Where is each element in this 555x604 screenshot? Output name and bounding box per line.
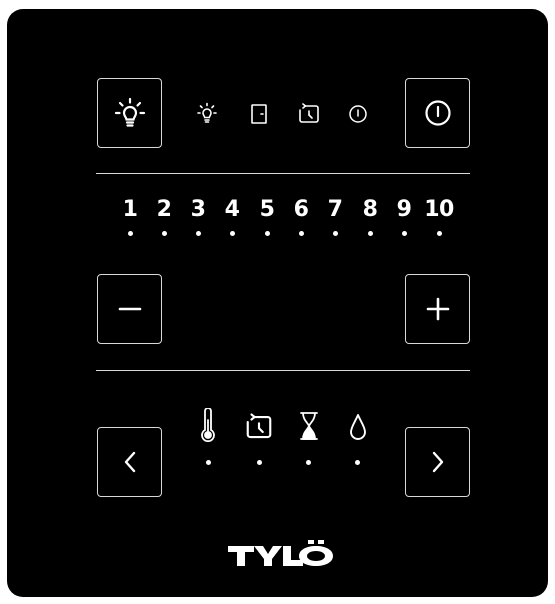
- level-dot: [195, 231, 201, 236]
- chevron-right-icon: [432, 451, 443, 473]
- level-item[interactable]: 10: [424, 196, 454, 236]
- plus-icon: [426, 297, 449, 321]
- tylo-logo: [228, 540, 340, 572]
- level-dot: [367, 231, 373, 236]
- light-bulb-icon: [114, 97, 145, 127]
- level-dot: [127, 231, 133, 236]
- level-number: 2: [156, 197, 172, 222]
- level-dot: [332, 231, 338, 236]
- level-item[interactable]: 1: [115, 196, 145, 236]
- timer-mode-icon[interactable]: [244, 412, 274, 442]
- level-number: 8: [362, 197, 378, 222]
- hourglass-icon[interactable]: [298, 410, 320, 442]
- power-button[interactable]: [405, 78, 470, 148]
- minus-button[interactable]: [97, 274, 162, 344]
- level-dot: [298, 231, 304, 236]
- level-scale: 1 2 3 4 5 6 7 8 9 10: [110, 196, 455, 246]
- light-status-icon: [195, 101, 219, 125]
- humidity-drop-icon[interactable]: [346, 412, 370, 442]
- chevron-left-icon: [124, 451, 135, 473]
- temperature-icon[interactable]: [196, 408, 220, 444]
- level-dot: [436, 231, 442, 236]
- minus-icon: [118, 307, 141, 311]
- divider-bottom: [96, 370, 470, 371]
- mode-dot: [257, 460, 262, 465]
- level-dot: [229, 231, 235, 236]
- door-icon: [249, 103, 269, 125]
- level-number: 5: [259, 197, 275, 222]
- plus-button[interactable]: [405, 274, 470, 344]
- level-dot: [264, 231, 270, 236]
- level-item[interactable]: 8: [355, 196, 385, 236]
- previous-button[interactable]: [97, 427, 162, 497]
- light-button[interactable]: [97, 78, 162, 148]
- level-number: 3: [190, 197, 206, 222]
- level-number: 7: [327, 197, 343, 222]
- level-item[interactable]: 7: [320, 196, 350, 236]
- level-dot: [161, 231, 167, 236]
- level-dot: [401, 231, 407, 236]
- mode-dot: [306, 460, 311, 465]
- standby-icon: [348, 104, 368, 124]
- level-number: 10: [424, 197, 454, 222]
- level-item[interactable]: 3: [183, 196, 213, 236]
- level-number: 4: [224, 197, 240, 222]
- divider-top: [96, 173, 470, 174]
- power-icon: [424, 100, 451, 126]
- level-number: 6: [293, 197, 309, 222]
- level-item[interactable]: 4: [217, 196, 247, 236]
- level-item[interactable]: 6: [286, 196, 316, 236]
- level-number: 9: [396, 197, 412, 222]
- next-button[interactable]: [405, 427, 470, 497]
- level-item[interactable]: 2: [149, 196, 179, 236]
- level-number: 1: [122, 197, 138, 222]
- timer-icon: [297, 102, 321, 126]
- mode-dot: [206, 460, 211, 465]
- level-item[interactable]: 9: [389, 196, 419, 236]
- level-item[interactable]: 5: [252, 196, 282, 236]
- mode-dot: [355, 460, 360, 465]
